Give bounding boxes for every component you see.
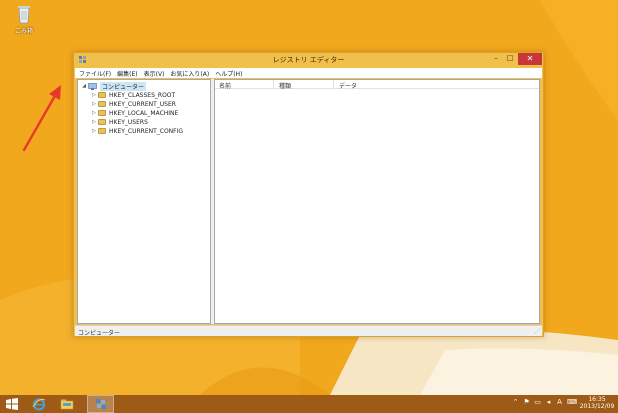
menu-view[interactable]: 表示(V) <box>144 69 165 78</box>
column-header-data[interactable]: データ <box>339 81 357 90</box>
title-bar[interactable]: レジストリ エディター – □ ✕ <box>74 53 543 67</box>
annotation-arrow-icon <box>22 85 61 152</box>
folder-icon <box>98 92 106 98</box>
taskbar-clock[interactable]: 16:35 2013/12/09 <box>578 396 616 410</box>
system-tray: ⌃ ⚑ ▭ ◂ A ⌨ <box>512 398 578 410</box>
folder-icon <box>98 119 106 125</box>
menu-file[interactable]: ファイル(F) <box>79 69 111 78</box>
collapse-icon[interactable]: ◢ <box>81 83 87 89</box>
list-header: 名前 種類 データ <box>215 80 539 90</box>
tree-node-hkey-local-machine[interactable]: ▷ HKEY_LOCAL_MACHINE <box>91 109 178 117</box>
file-explorer-icon[interactable] <box>60 397 74 411</box>
tree-node-label: HKEY_CLASSES_ROOT <box>109 91 176 99</box>
folder-icon <box>98 101 106 107</box>
registry-editor-icon <box>96 399 106 409</box>
tree-node-hkey-current-user[interactable]: ▷ HKEY_CURRENT_USER <box>91 100 176 108</box>
menu-help[interactable]: ヘルプ(H) <box>215 69 242 78</box>
recycle-bin-shortcut[interactable]: ごみ箱 <box>12 2 36 36</box>
taskbar: ⌃ ⚑ ▭ ◂ A ⌨ 16:35 2013/12/09 <box>0 395 618 413</box>
menu-bar: ファイル(F) 編集(E) 表示(V) お気に入り(A) ヘルプ(H) <box>75 68 542 78</box>
recycle-bin-icon <box>18 6 30 24</box>
tree-node-label: コンピューター <box>100 81 147 91</box>
tree-node-hkey-current-config[interactable]: ▷ HKEY_CURRENT_CONFIG <box>91 127 183 135</box>
window-title: レジストリ エディター <box>272 56 345 64</box>
ime-icon[interactable]: A <box>556 398 563 407</box>
column-header-type[interactable]: 種類 <box>279 81 291 90</box>
expand-icon[interactable]: ▷ <box>91 101 97 107</box>
column-divider[interactable] <box>273 80 274 89</box>
volume-icon[interactable]: ◂ <box>545 398 552 407</box>
expand-icon[interactable]: ▷ <box>91 110 97 116</box>
status-path: コンピューター <box>78 330 121 337</box>
folder-icon <box>98 128 106 134</box>
internet-explorer-icon[interactable] <box>32 397 46 411</box>
column-divider[interactable] <box>333 80 334 89</box>
status-bar: コンピューター ⋰ <box>75 325 542 337</box>
recycle-bin-label: ごみ箱 <box>14 28 33 35</box>
tree-node-hkey-classes-root[interactable]: ▷ HKEY_CLASSES_ROOT <box>91 91 175 99</box>
menu-favorites[interactable]: お気に入り(A) <box>170 69 209 78</box>
value-list-pane[interactable]: 名前 種類 データ <box>214 79 540 324</box>
display-icon[interactable]: ▭ <box>534 398 541 407</box>
tree-node-hkey-users[interactable]: ▷ HKEY_USERS <box>91 118 148 126</box>
registry-editor-window: レジストリ エディター – □ ✕ ファイル(F) 編集(E) 表示(V) お気… <box>73 52 544 337</box>
tree-node-computer[interactable]: ◢ コンピューター <box>81 81 147 91</box>
minimize-button[interactable]: – <box>490 53 502 65</box>
folder-icon <box>98 110 106 116</box>
windows-start-icon[interactable] <box>5 397 19 411</box>
close-button[interactable]: ✕ <box>518 53 542 65</box>
computer-icon <box>88 82 97 90</box>
clock-time: 16:35 <box>588 396 606 403</box>
resize-grip-icon[interactable]: ⋰ <box>534 328 540 335</box>
key-tree-pane[interactable]: ◢ コンピューター ▷ HKEY_CLASSES_ROOT ▷ HKEY_CUR… <box>77 79 211 324</box>
expand-icon[interactable]: ▷ <box>91 128 97 134</box>
clock-date: 2013/12/09 <box>579 403 615 410</box>
tree-node-label: HKEY_LOCAL_MACHINE <box>109 109 179 117</box>
action-center-icon[interactable]: ⚑ <box>523 398 530 407</box>
maximize-button[interactable]: □ <box>504 53 516 65</box>
client-area: ◢ コンピューター ▷ HKEY_CLASSES_ROOT ▷ HKEY_CUR… <box>77 79 540 324</box>
column-header-name[interactable]: 名前 <box>219 81 231 90</box>
show-hidden-icons-icon[interactable]: ⌃ <box>512 398 519 407</box>
tree-node-label: HKEY_USERS <box>109 118 148 126</box>
expand-icon[interactable]: ▷ <box>91 119 97 125</box>
tree-node-label: HKEY_CURRENT_USER <box>109 100 176 108</box>
keyboard-icon[interactable]: ⌨ <box>567 398 577 407</box>
tree-node-label: HKEY_CURRENT_CONFIG <box>109 127 184 135</box>
expand-icon[interactable]: ▷ <box>91 92 97 98</box>
taskbar-active-app[interactable] <box>87 395 114 413</box>
menu-edit[interactable]: 編集(E) <box>117 69 137 78</box>
